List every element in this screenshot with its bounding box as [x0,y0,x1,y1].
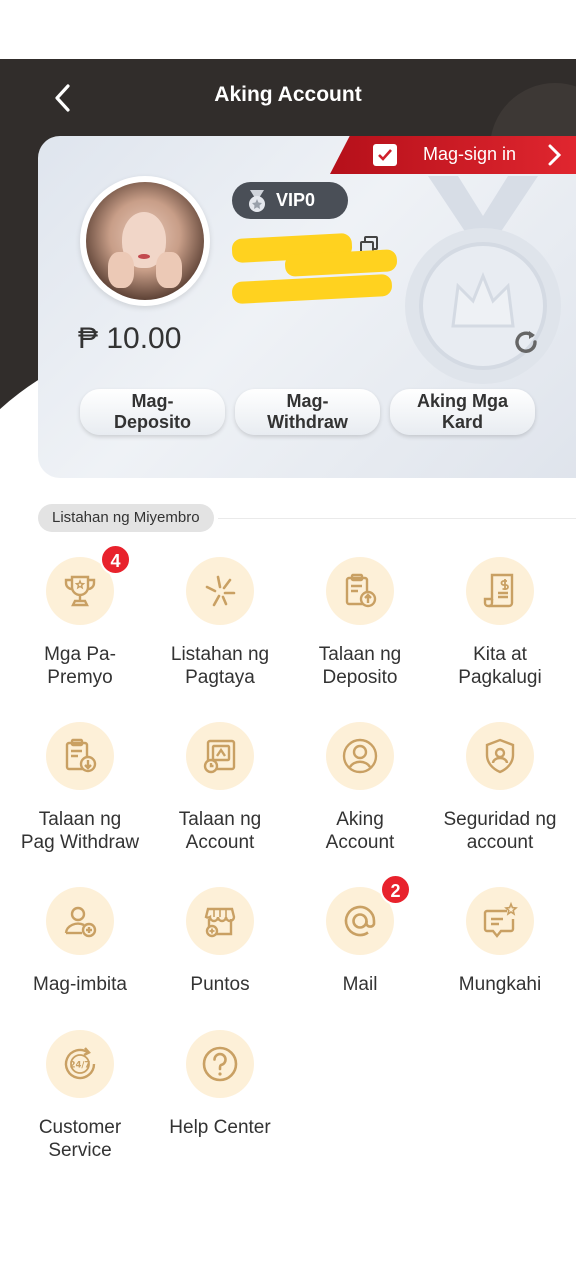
section-title: Listahan ng Miyembro [38,504,214,532]
deposit-button-label-1: Mag- [131,391,174,411]
menu-label: Talaan ng [38,809,122,830]
menu-label: Account [325,832,395,853]
deposit-button-label-2: Deposito [113,412,191,432]
user-circle-icon [342,738,378,774]
menu-label: Talaan ng [318,644,402,665]
balance-value: ₱ 10.00 [78,322,182,355]
menu-label: Seguridad ng [443,809,557,830]
menu-label: Mail [342,974,378,995]
invite-user-icon [64,906,97,938]
withdraw-button-label-2: Withdraw [267,412,348,432]
receipt-dollar-icon [483,573,514,608]
menu-label: Account [185,832,255,853]
clipboard-download-icon [65,738,97,773]
clipboard-upload-icon [345,573,377,608]
menu-label: Puntos [190,974,250,995]
vip-level: VIP0 [276,190,316,210]
rewards-badge: 4 [100,544,131,575]
status-bar-area [0,0,576,59]
avatar[interactable] [80,176,210,306]
vip-badge[interactable]: VIP0 [232,182,348,219]
feedback-icon [483,901,518,938]
withdraw-button[interactable]: Mag- Withdraw [235,389,380,435]
sign-in-button[interactable]: Mag-sign in [330,136,576,174]
svg-text:24/7: 24/7 [70,1061,91,1071]
menu-label: Premyo [47,667,113,688]
menu-label: Mungkahi [458,974,542,995]
calendar-check-icon [373,144,397,166]
menu-label: Help Center [169,1117,271,1138]
page-title: Aking Account [214,83,362,106]
menu-label: Pagtaya [185,667,255,688]
account-record-icon [203,739,236,774]
menu-label: Pag Withdraw [20,832,140,853]
shop-points-icon [204,907,236,938]
user-id-redacted [231,273,393,305]
my-cards-button-label-2: Kard [441,412,483,432]
medal-icon [249,190,265,212]
sign-in-label: Mag-sign in [423,144,517,164]
menu-label: Kita at [473,644,527,665]
my-cards-button-label-1: Aking Mga [416,391,508,411]
menu-label: Mag-imbita [33,974,127,995]
customer-service-24-7-icon: 24/7 [64,1047,96,1080]
at-mail-icon [344,905,376,937]
avatar-image [86,182,204,300]
shield-user-icon [485,738,515,774]
divider [218,518,576,519]
menu-label: Mga Pa- [44,644,116,665]
sparkle-icon [205,575,236,607]
vip-medal-watermark-icon [405,176,561,384]
deposit-button[interactable]: Mag- Deposito [80,389,225,435]
menu-label: Service [48,1140,112,1161]
my-cards-button[interactable]: Aking Mga Kard [390,389,535,435]
mail-badge: 2 [380,874,411,905]
refresh-icon[interactable] [512,328,540,356]
menu-label: Aking [336,809,384,830]
withdraw-button-label-1: Mag- [286,391,329,411]
menu-label: Listahan ng [170,644,270,665]
menu-label: Talaan ng [178,809,262,830]
menu-label: Pagkalugi [458,667,542,688]
help-question-icon [202,1046,238,1082]
menu-label: Customer [38,1117,122,1138]
chevron-right-icon [548,144,562,166]
menu-label: account [466,832,534,853]
trophy-icon [64,575,96,607]
menu-label: Deposito [322,667,398,688]
